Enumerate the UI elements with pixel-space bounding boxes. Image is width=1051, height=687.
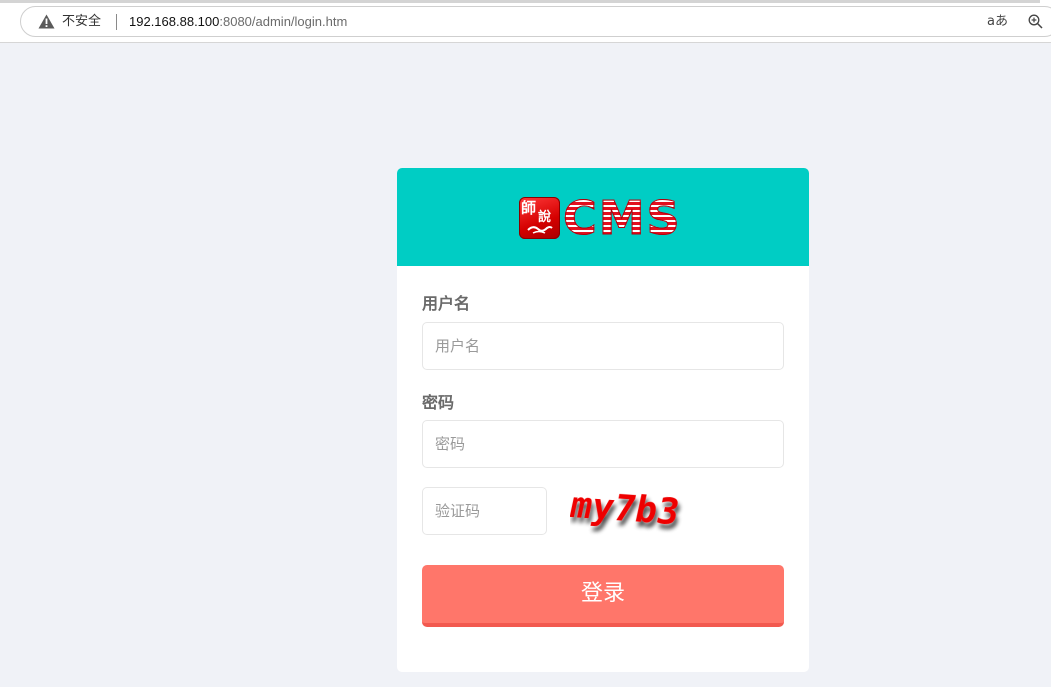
login-card: 師 說 CMS 用户名 密码 my7b3 登录 bbox=[397, 168, 809, 672]
read-aloud-icon[interactable]: aあ bbox=[987, 13, 1008, 31]
logo-badge-char-1: 師 bbox=[521, 199, 536, 217]
address-bar[interactable]: 不安全 192.168.88.100:8080/admin/login.htm … bbox=[20, 6, 1051, 37]
logo-text: CMS bbox=[563, 191, 682, 245]
address-divider bbox=[116, 14, 117, 30]
captcha-image[interactable]: my7b3 bbox=[570, 484, 720, 544]
logo-swirl-icon bbox=[527, 226, 553, 234]
login-button[interactable]: 登录 bbox=[422, 565, 784, 627]
security-status-label[interactable]: 不安全 bbox=[62, 13, 101, 31]
logo-badge-char-2: 說 bbox=[538, 210, 552, 225]
url-path: :8080/admin/login.htm bbox=[219, 14, 348, 29]
password-input[interactable] bbox=[422, 420, 784, 468]
zoom-in-icon[interactable] bbox=[1028, 14, 1043, 29]
browser-toolbar: 不安全 192.168.88.100:8080/admin/login.htm … bbox=[0, 0, 1051, 43]
warning-icon[interactable] bbox=[38, 14, 55, 29]
url-host: 192.168.88.100 bbox=[129, 14, 220, 29]
captcha-text: my7b3 bbox=[570, 484, 683, 533]
logo-badge: 師 說 bbox=[519, 197, 560, 239]
login-header: 師 說 CMS bbox=[397, 168, 809, 266]
username-label: 用户名 bbox=[422, 294, 471, 313]
password-label: 密码 bbox=[422, 393, 455, 412]
username-input[interactable] bbox=[422, 322, 784, 370]
tab-strip-edge bbox=[0, 0, 1040, 3]
captcha-input[interactable] bbox=[422, 487, 547, 535]
url-text[interactable]: 192.168.88.100:8080/admin/login.htm bbox=[129, 13, 347, 31]
